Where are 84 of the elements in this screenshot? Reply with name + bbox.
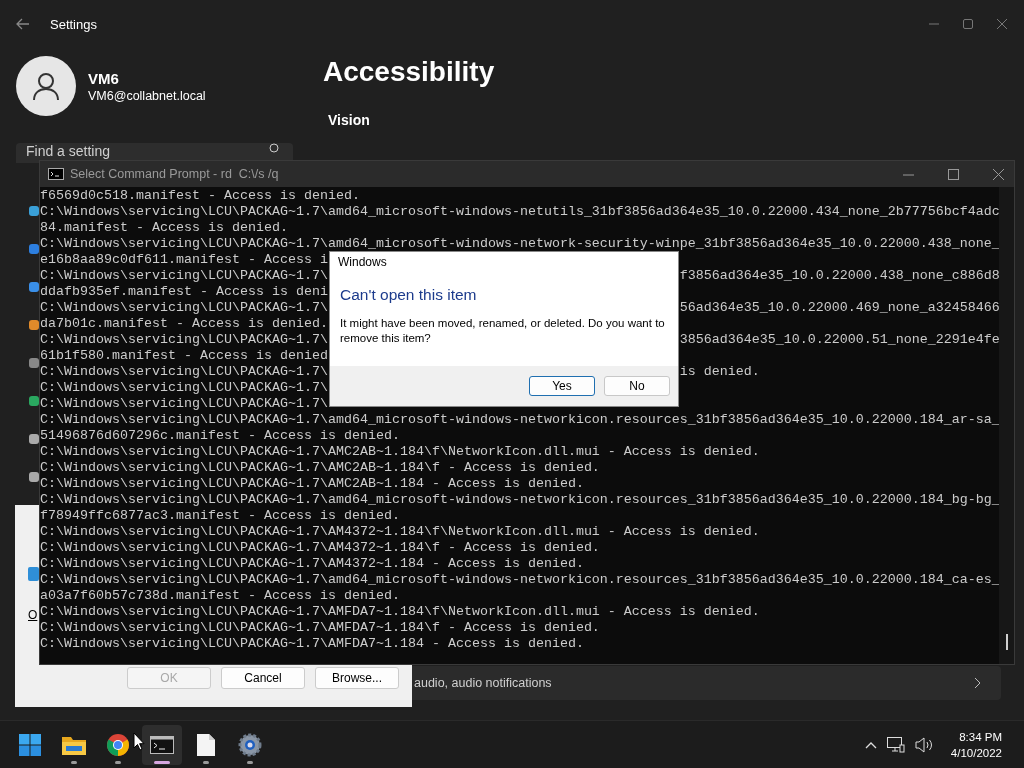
nav-icon[interactable] xyxy=(28,357,40,369)
browser-icon xyxy=(107,733,129,756)
setting-description: audio, audio notifications xyxy=(414,676,552,690)
chevron-up-icon[interactable] xyxy=(864,740,877,749)
windows-logo-icon xyxy=(19,733,41,756)
nav-icon[interactable] xyxy=(28,471,40,483)
page-title: Accessibility xyxy=(323,56,496,88)
window-title: Select Command Prompt - rd C:\/s /q xyxy=(70,167,279,181)
console-line: C:\Windows\servicing\LCU\PACKAG~1.7\AMC2AB~1.184 - Access is denied. xyxy=(40,476,584,492)
taskbar-button[interactable] xyxy=(142,724,182,765)
maximize-icon[interactable] xyxy=(962,18,974,30)
console-line: C:\Windows\servicing\LCU\PACKAG~1.7\AMC2AB~1.184\f - Access is denied. xyxy=(40,460,600,476)
console-line: f3856ad364e35_10.0.22000.438_none_c886d8 xyxy=(679,268,999,284)
console-line: f78949ffc6877ac3.manifest - Access is denied. xyxy=(40,508,400,524)
console-line: C:\Windows\servicing\LCU\PACKAG~1.7\ xyxy=(40,268,328,284)
console-line: C:\Windows\servicing\LCU\PACKAG~1.7\ xyxy=(40,364,328,380)
console-line: a03a7f60b57c738d.manifest - Access is denied. xyxy=(40,588,400,604)
console-line: C:\Windows\servicing\LCU\PACKAG~1.7\ xyxy=(40,300,328,316)
nav-icon[interactable] xyxy=(28,205,40,217)
dialog-heading: Can't open this item xyxy=(340,286,478,304)
cancel-button[interactable]: Cancel xyxy=(221,667,305,689)
console-line: C:\Windows\servicing\LCU\PACKAG~1.7\ xyxy=(40,332,328,348)
nav-icon[interactable] xyxy=(28,243,40,255)
console-line: C:\Windows\servicing\LCU\PACKAG~1.7\AM4372~1.184\f\NetworkIcon.dll.mui - Access is denied. xyxy=(40,524,760,540)
terminal-icon xyxy=(48,168,64,180)
console-line: C:\Windows\servicing\LCU\PACKAG~1.7\amd64_microsoft-windows-networkicon.resources_31bf3856ad364e35_10.0.22000.184_ar-sa_ xyxy=(40,412,999,428)
console-line: 51496876d607296c.manifest - Access is denied. xyxy=(40,428,400,444)
close-icon[interactable] xyxy=(993,168,1004,180)
gear-icon xyxy=(238,732,262,757)
console-line: C:\Windows\servicing\LCU\PACKAG~1.7\AMFDA7~1.184 - Access is denied. xyxy=(40,636,584,652)
console-line: C:\Windows\servicing\LCU\PACKAG~1.7\amd64_microsoft-windows-networkicon.resources_31bf3856ad364e35_10.0.22000.184_ca-es_ xyxy=(40,572,999,588)
yes-button[interactable]: Yes xyxy=(529,376,595,396)
section-heading: Vision xyxy=(328,112,371,128)
console-line: C:\Windows\servicing\LCU\PACKAG~1.7\ xyxy=(40,396,328,412)
console-line: C:\Windows\servicing\LCU\PACKAG~1.7\AMC2AB~1.184\f\NetworkIcon.dll.mui - Access is denied. xyxy=(40,444,760,460)
close-icon[interactable] xyxy=(996,18,1008,30)
window-title: Settings xyxy=(50,16,97,32)
browse-button[interactable]: Browse... xyxy=(315,667,399,689)
console-line: f6569d0c518.manifest - Access is denied. xyxy=(40,188,360,204)
console-line: 56ad364e35_10.0.22000.469_none_a32458466 xyxy=(679,300,999,316)
run-icon xyxy=(27,565,39,583)
clock[interactable]: 8:34 PM 4/10/2022 xyxy=(950,728,1002,761)
no-button[interactable]: No xyxy=(604,376,670,396)
search-field[interactable]: Find a setting xyxy=(16,143,293,163)
nav-icon[interactable] xyxy=(28,281,40,293)
person-icon xyxy=(31,71,61,101)
dialog-title: Windows xyxy=(337,254,388,271)
user-email: VM6@collabnet.local xyxy=(88,88,206,103)
console-line: C:\Windows\servicing\LCU\PACKAG~1.7\ xyxy=(40,380,328,396)
console-line: ddafb935ef.manifest - Access is deni xyxy=(40,284,328,300)
console-line: e16b8aa89c0df611.manifest - Access i xyxy=(40,252,328,268)
search-icon xyxy=(269,143,281,155)
console-line: da7b01c.manifest - Access is denied. xyxy=(40,316,328,332)
settings-card[interactable]: audio, audio notifications xyxy=(412,666,1001,700)
terminal-icon xyxy=(150,735,174,754)
console-line: C:\Windows\servicing\LCU\PACKAG~1.7\AMFDA7~1.184\f - Access is denied. xyxy=(40,620,600,636)
console-line: is denied. xyxy=(679,364,760,380)
back-arrow-icon[interactable] xyxy=(16,18,30,30)
console-line: C:\Windows\servicing\LCU\PACKAG~1.7\amd64_microsoft-windows-netutils_31bf3856ad364e35_10.0.22000.434_none_2b77756bcf4adc xyxy=(40,204,999,220)
nav-icon[interactable] xyxy=(28,395,40,407)
chevron-icon xyxy=(973,677,981,689)
console-line: 61b1f580.manifest - Access is denied xyxy=(40,348,328,364)
search-placeholder: Find a setting xyxy=(26,143,111,159)
scrollbar-thumb[interactable] xyxy=(1006,634,1008,650)
console-line: C:\Windows\servicing\LCU\PACKAG~1.7\amd64_microsoft-windows-network-security-winpe_31bf3856ad364e35_10.0.22000.438_none_ xyxy=(40,236,999,252)
time-text: 8:34 PM xyxy=(959,729,1002,745)
user-name: VM6 xyxy=(88,69,120,87)
date-text: 4/10/2022 xyxy=(950,745,1002,761)
console-line: C:\Windows\servicing\LCU\PACKAG~1.7\amd64_microsoft-windows-networkicon.resources_31bf3856ad364e35_10.0.22000.184_bg-bg_ xyxy=(40,492,999,508)
network-icon[interactable] xyxy=(886,736,905,753)
console-line: 84.manifest - Access is denied. xyxy=(40,220,288,236)
nav-icon[interactable] xyxy=(28,433,40,445)
console-line: 3856ad364e35_10.0.22000.51_none_2291e4fe xyxy=(679,332,999,348)
folder-icon xyxy=(62,734,86,755)
console-line: C:\Windows\servicing\LCU\PACKAG~1.7\AM4372~1.184\f - Access is denied. xyxy=(40,540,600,556)
document-icon xyxy=(197,733,215,756)
nav-icon[interactable] xyxy=(28,319,40,331)
console-line: C:\Windows\servicing\LCU\PACKAG~1.7\AM4372~1.184 - Access is denied. xyxy=(40,556,584,572)
cursor-icon xyxy=(133,732,145,751)
console-line: C:\Windows\servicing\LCU\PACKAG~1.7\AMFDA7~1.184\f\NetworkIcon.dll.mui - Access is denied. xyxy=(40,604,760,620)
maximize-icon[interactable] xyxy=(948,168,959,180)
volume-icon[interactable] xyxy=(914,736,933,753)
field-label: O xyxy=(28,608,38,622)
dialog-message: It might have been moved, renamed, or deleted. Do you want to remove this item? xyxy=(340,316,666,346)
